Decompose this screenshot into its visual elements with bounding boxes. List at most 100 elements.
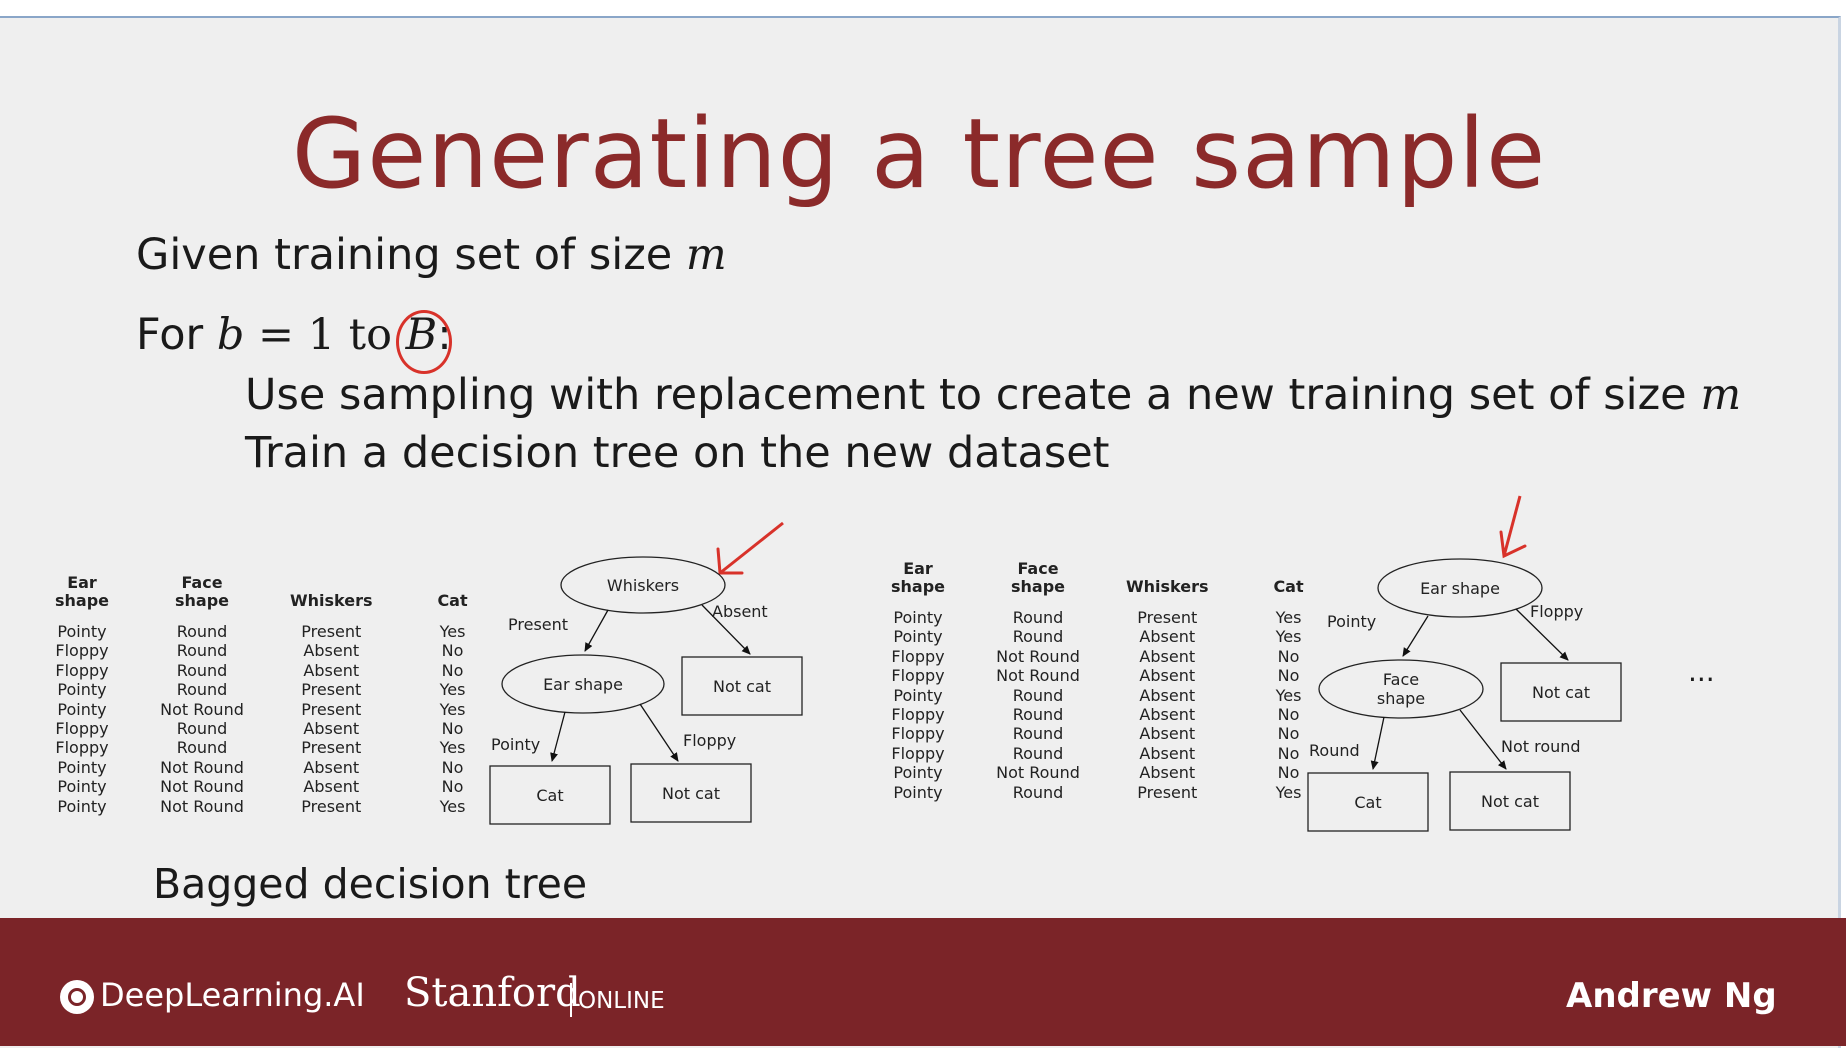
table-cell: Absent xyxy=(303,641,360,661)
table-cell: Floppy xyxy=(891,646,945,666)
root-label: Whiskers xyxy=(607,576,679,595)
step1-text: Use sampling with replacement to create … xyxy=(245,370,1701,420)
table-cell: Pointy xyxy=(57,796,107,816)
column-header: Whiskers xyxy=(1126,577,1209,596)
table-cell: Present xyxy=(301,796,362,816)
table-cell: Present xyxy=(301,738,362,758)
training-table-1: Ear shape Face shape Whiskers Cat Pointy Rou… xyxy=(50,574,533,816)
table-cell: Pointy xyxy=(893,627,943,647)
footer-brand: DeepLearning.AI xyxy=(100,976,365,1014)
column-header: Ear shape xyxy=(54,573,109,610)
table-cell: Absent xyxy=(303,719,360,739)
table-row: Pointy Not Round Absent No xyxy=(50,777,533,796)
table-row: Pointy Round Present Yes xyxy=(50,680,533,699)
var-m-step1: m xyxy=(1700,370,1742,420)
table-cell: Pointy xyxy=(57,777,107,797)
table-row: Floppy Round Absent No xyxy=(50,719,533,738)
table-cell: Round xyxy=(1012,627,1064,647)
table-header-row: Ear shape Face shape Whiskers Cat xyxy=(50,574,533,622)
table-cell: Round xyxy=(1012,608,1064,627)
edge-label-round: Round xyxy=(1309,741,1360,760)
inner-node-label: Ear shape xyxy=(543,675,623,694)
ellipsis: ... xyxy=(1688,655,1715,688)
column-header: Face shape xyxy=(174,573,229,610)
table-cell: Absent xyxy=(1139,724,1196,744)
edge-label-present: Present xyxy=(508,615,568,634)
inner-node-label-line1: Face xyxy=(1383,670,1419,689)
step1-line: Use sampling with replacement to create … xyxy=(245,370,1741,420)
given-line: Given training set of size m xyxy=(136,230,727,280)
deeplearning-logo-icon xyxy=(60,980,94,1014)
table-cell: Round xyxy=(176,641,228,661)
table-cell: Pointy xyxy=(893,685,943,705)
table-cell: Pointy xyxy=(893,608,943,627)
table-cell: Round xyxy=(176,719,228,739)
footer: DeepLearning.AI Stanford ONLINE Andrew N… xyxy=(0,918,1846,1046)
table-cell: Not Round xyxy=(160,757,244,777)
edge-label-pointy: Pointy xyxy=(491,735,540,754)
table-row: Floppy Round Absent No xyxy=(50,641,533,660)
table-cell: Absent xyxy=(303,660,360,680)
table-cell: Present xyxy=(301,622,362,641)
edge-label-floppy: Floppy xyxy=(683,731,736,750)
leaf-not-cat-2-label: Not cat xyxy=(1481,792,1539,811)
table-cell: Present xyxy=(301,680,362,700)
table-cell: Floppy xyxy=(891,724,945,744)
table-cell: Round xyxy=(1012,724,1064,744)
leaf-not-cat-2-label: Not cat xyxy=(662,784,720,803)
table-row: Pointy Not Round Present Yes xyxy=(50,797,533,816)
table-cell: Absent xyxy=(1139,763,1196,783)
table-cell: Round xyxy=(1012,743,1064,763)
decision-tree-1: Whiskers Present Absent Not cat Ear shap… xyxy=(489,521,803,825)
table-row: Pointy Not Round Present Yes xyxy=(50,700,533,719)
table-cell: Present xyxy=(1137,608,1198,627)
edge-label-pointy: Pointy xyxy=(1327,612,1376,631)
edge-label-absent: Absent xyxy=(712,602,768,621)
table-cell: Absent xyxy=(1139,685,1196,705)
table-cell: Floppy xyxy=(55,719,109,739)
table-row: Floppy Round Absent No xyxy=(50,661,533,680)
table-cell: Absent xyxy=(1139,666,1196,686)
root-label: Ear shape xyxy=(1420,579,1500,598)
table-cell: Not Round xyxy=(160,796,244,816)
given-text: Given training set of size xyxy=(136,230,686,280)
slide-title: Generating a tree sample xyxy=(291,98,1547,210)
table-cell: Not Round xyxy=(996,666,1080,686)
table-cell: Not Round xyxy=(160,777,244,797)
table-cell: Floppy xyxy=(55,660,109,680)
table-cell: Floppy xyxy=(891,705,945,725)
table-cell: Pointy xyxy=(57,622,107,641)
table-cell: Round xyxy=(1012,685,1064,705)
leaf-not-cat-1-label: Not cat xyxy=(713,677,771,696)
table-row: Pointy Round Present Yes xyxy=(50,622,533,641)
red-arrow-1 xyxy=(719,521,784,575)
table-cell: Round xyxy=(176,660,228,680)
table-cell: Floppy xyxy=(891,666,945,686)
leaf-not-cat-1-label: Not cat xyxy=(1532,683,1590,702)
table-cell: Present xyxy=(1137,782,1198,802)
footer-author: Andrew Ng xyxy=(1566,976,1777,1016)
table-cell: Round xyxy=(1012,782,1064,802)
table-cell: Absent xyxy=(303,777,360,797)
slide: Generating a tree sample Given training … xyxy=(0,16,1841,1048)
table-cell: Round xyxy=(176,622,228,641)
step2-line: Train a decision tree on the new dataset xyxy=(245,428,1110,478)
table-cell: Pointy xyxy=(57,699,107,719)
table-cell: Absent xyxy=(1139,627,1196,647)
table-cell: Not Round xyxy=(996,763,1080,783)
column-header: Ear shape xyxy=(890,559,945,596)
table-cell: Absent xyxy=(1139,646,1196,666)
table-cell: Present xyxy=(301,699,362,719)
table-cell: Absent xyxy=(1139,705,1196,725)
footer-stanford: Stanford xyxy=(404,970,581,1016)
edge-label-floppy: Floppy xyxy=(1530,602,1583,621)
column-header: Whiskers xyxy=(290,591,373,610)
footer-online: ONLINE xyxy=(578,988,665,1014)
table-cell: Pointy xyxy=(893,763,943,783)
table-cell: Absent xyxy=(1139,743,1196,763)
table-cell: Round xyxy=(1012,705,1064,725)
table-cell: Not Round xyxy=(996,646,1080,666)
inner-node-label-line2: shape xyxy=(1377,689,1425,708)
table-cell: Floppy xyxy=(55,641,109,661)
table-cell: Pointy xyxy=(57,680,107,700)
